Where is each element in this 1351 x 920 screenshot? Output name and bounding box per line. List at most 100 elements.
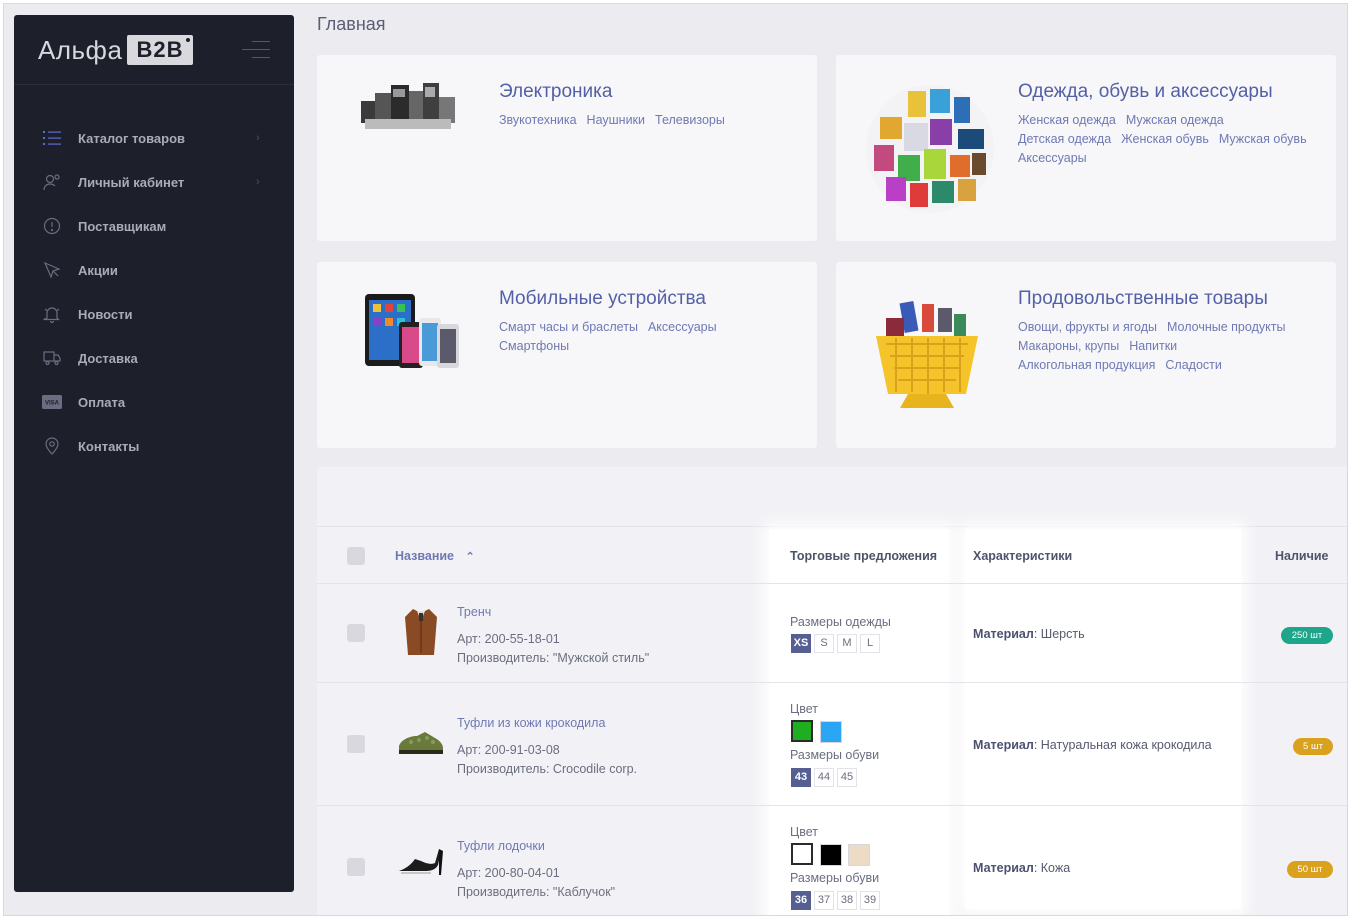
table-header: Название ⌃ Торговые предложения Характер… xyxy=(317,527,1347,584)
size-option-43[interactable]: 43 xyxy=(791,768,811,787)
sidebar-item-news[interactable]: Новости xyxy=(14,292,294,336)
size-option-l[interactable]: L xyxy=(860,634,880,653)
product-spec: Материал: Шерсть xyxy=(973,627,1085,641)
sidebar-item-label: Личный кабинет xyxy=(78,174,185,190)
category-link[interactable]: Аксессуары xyxy=(648,318,717,337)
category-link[interactable]: Аксессуары xyxy=(1018,149,1087,168)
category-card-electronics[interactable]: Электроника Звукотехника Наушники Телевизо… xyxy=(317,55,817,241)
product-article: Арт: 200-55-18-01 xyxy=(457,632,560,646)
category-link[interactable]: Смарт часы и браслеты xyxy=(499,318,638,337)
column-header-name[interactable]: Название ⌃ xyxy=(395,549,475,563)
category-link[interactable]: Макароны, крупы xyxy=(1018,337,1119,356)
color-option-black[interactable] xyxy=(820,844,842,866)
sidebar-item-label: Поставщикам xyxy=(78,218,167,234)
category-title[interactable]: Продовольственные товары xyxy=(1018,288,1268,310)
offer-group-label: Цвет xyxy=(790,825,819,839)
category-link[interactable]: Телевизоры xyxy=(655,111,725,130)
size-option-36[interactable]: 36 xyxy=(791,891,811,910)
column-header-specs[interactable]: Характеристики xyxy=(973,549,1072,563)
category-link[interactable]: Алкогольная продукция xyxy=(1018,356,1155,375)
chevron-right-icon: › xyxy=(256,132,260,144)
category-link[interactable]: Овощи, фрукты и ягоды xyxy=(1018,318,1157,337)
table-row[interactable]: Тренч Арт: 200-55-18-01 Производитель: "… xyxy=(317,585,1347,683)
mobile-devices-image xyxy=(363,292,463,379)
row-checkbox[interactable] xyxy=(347,624,365,642)
product-article: Арт: 200-91-03-08 xyxy=(457,743,560,757)
offer-group-label: Размеры одежды xyxy=(790,615,891,629)
row-checkbox[interactable] xyxy=(347,735,365,753)
category-link[interactable]: Мужская одежда xyxy=(1126,111,1224,130)
category-card-clothing[interactable]: Одежда, обувь и аксессуары Женская одежд… xyxy=(836,55,1336,241)
color-option-blue[interactable] xyxy=(820,721,842,743)
color-option-white[interactable] xyxy=(791,843,813,865)
category-card-food[interactable]: Продовольственные товары Овощи, фрукты и… xyxy=(836,262,1336,448)
product-article: Арт: 200-80-04-01 xyxy=(457,866,560,880)
category-title[interactable]: Одежда, обувь и аксессуары xyxy=(1018,81,1273,103)
offer-group-label: Размеры обуви xyxy=(790,871,880,885)
column-header-offers[interactable]: Торговые предложения xyxy=(790,549,937,563)
category-title[interactable]: Мобильные устройства xyxy=(499,288,706,310)
category-link[interactable]: Сладости xyxy=(1165,356,1221,375)
sidebar-item-catalog[interactable]: Каталог товаров › xyxy=(14,116,294,160)
category-link[interactable]: Наушники xyxy=(587,111,645,130)
product-thumbnail-croc-shoes[interactable] xyxy=(397,728,445,763)
category-links: Звукотехника Наушники Телевизоры xyxy=(499,111,799,130)
product-name-link[interactable]: Туфли лодочки xyxy=(457,839,545,853)
category-links: Смарт часы и браслеты Аксессуары Смартфоны xyxy=(499,318,799,356)
category-link[interactable]: Детская одежда xyxy=(1018,130,1111,149)
spec-value: : Кожа xyxy=(1033,861,1071,875)
megaphone-icon xyxy=(42,260,62,280)
sidebar-item-account[interactable]: Личный кабинет › xyxy=(14,160,294,204)
select-all-checkbox[interactable] xyxy=(347,547,365,565)
logo-text: Альфа xyxy=(38,35,123,65)
sort-asc-icon[interactable]: ⌃ xyxy=(466,551,475,563)
category-link[interactable]: Женская одежда xyxy=(1018,111,1116,130)
category-link[interactable]: Смартфоны xyxy=(499,337,569,356)
size-option-44[interactable]: 44 xyxy=(814,768,834,787)
sidebar-item-label: Доставка xyxy=(78,350,138,366)
category-link[interactable]: Мужская обувь xyxy=(1219,130,1307,149)
category-title[interactable]: Электроника xyxy=(499,81,612,103)
size-option-38[interactable]: 38 xyxy=(837,891,857,910)
size-option-45[interactable]: 45 xyxy=(837,768,857,787)
table-row[interactable]: Туфли лодочки Арт: 200-80-04-01 Производ… xyxy=(317,807,1347,915)
sidebar-item-promotions[interactable]: Акции xyxy=(14,248,294,292)
size-option-m[interactable]: M xyxy=(837,634,857,653)
spec-label: Материал xyxy=(973,738,1034,752)
category-card-mobile[interactable]: Мобильные устройства Смарт часы и брасле… xyxy=(317,262,817,448)
size-option-s[interactable]: S xyxy=(814,634,834,653)
size-option-xs[interactable]: XS xyxy=(791,634,811,653)
stock-badge: 50 шт xyxy=(1287,861,1333,878)
product-thumbnail-pumps[interactable] xyxy=(397,845,445,884)
category-link[interactable]: Звукотехника xyxy=(499,111,577,130)
category-link[interactable]: Женская обувь xyxy=(1121,130,1209,149)
truck-icon xyxy=(42,348,62,368)
product-thumbnail-trench[interactable] xyxy=(399,605,443,662)
size-option-39[interactable]: 39 xyxy=(860,891,880,910)
category-link[interactable]: Напитки xyxy=(1129,337,1177,356)
size-option-37[interactable]: 37 xyxy=(814,891,834,910)
user-settings-icon xyxy=(42,172,62,192)
menu-toggle-icon[interactable] xyxy=(242,41,270,61)
electronics-image xyxy=(359,79,459,144)
visa-card-icon: VISA xyxy=(42,392,62,412)
sidebar-item-contacts[interactable]: Контакты xyxy=(14,424,294,468)
color-option-beige[interactable] xyxy=(848,844,870,866)
sidebar-item-label: Контакты xyxy=(78,438,140,454)
sidebar-item-delivery[interactable]: Доставка xyxy=(14,336,294,380)
color-option-green[interactable] xyxy=(791,720,813,742)
sidebar: Альфа B2B Каталог товаров › Личный кабин… xyxy=(14,15,294,892)
offer-group-label: Цвет xyxy=(790,702,819,716)
row-checkbox[interactable] xyxy=(347,858,365,876)
product-name-link[interactable]: Туфли из кожи крокодила xyxy=(457,716,605,730)
category-link[interactable]: Молочные продукты xyxy=(1167,318,1285,337)
column-header-stock[interactable]: Наличие xyxy=(1275,549,1329,563)
spec-label: Материал xyxy=(973,861,1034,875)
product-table-panel: Название ⌃ Торговые предложения Характер… xyxy=(317,467,1347,915)
sidebar-item-payment[interactable]: VISA Оплата xyxy=(14,380,294,424)
table-row[interactable]: Туфли из кожи крокодила Арт: 200-91-03-0… xyxy=(317,684,1347,806)
sidebar-item-suppliers[interactable]: Поставщикам xyxy=(14,204,294,248)
offer-group-label: Размеры обуви xyxy=(790,748,880,762)
product-name-link[interactable]: Тренч xyxy=(457,605,491,619)
chevron-right-icon: › xyxy=(256,176,260,188)
